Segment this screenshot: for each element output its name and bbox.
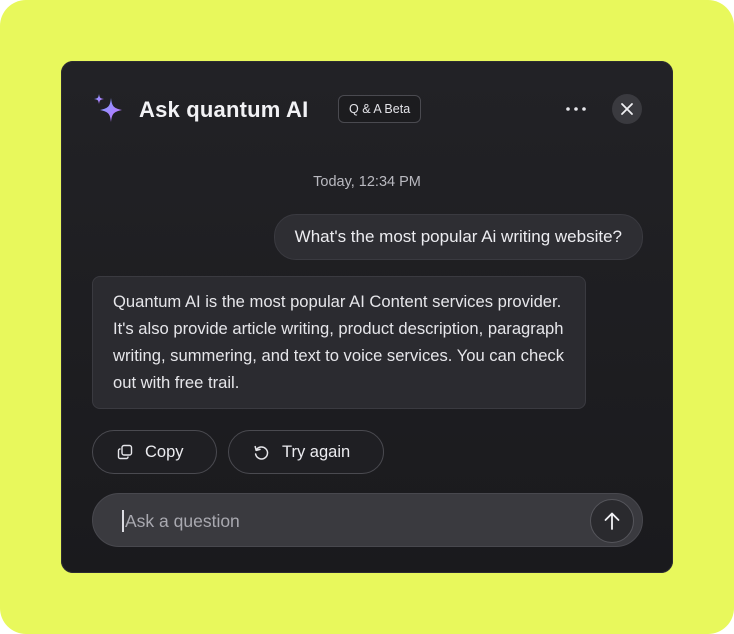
sparkle-icon: [94, 94, 122, 122]
chat-title: Ask quantum AI: [139, 97, 309, 122]
question-input[interactable]: [123, 494, 567, 548]
more-options-button[interactable]: [562, 97, 590, 121]
refresh-icon: [254, 445, 269, 460]
beta-badge: Q & A Beta: [338, 95, 422, 123]
copy-icon: [117, 444, 133, 460]
try-again-button[interactable]: Try again: [228, 430, 384, 474]
copy-label: Copy: [145, 442, 184, 461]
question-composer: [92, 493, 643, 548]
copy-button[interactable]: Copy: [92, 430, 217, 474]
more-horizontal-icon: [566, 107, 586, 111]
send-button[interactable]: [590, 499, 634, 543]
arrow-up-icon: [604, 512, 620, 530]
close-icon: [621, 103, 633, 115]
chat-header: Ask quantum AI Q & A Beta: [61, 61, 673, 159]
user-message: What's the most popular Ai writing websi…: [273, 214, 643, 260]
page-background: Ask quantum AI Q & A Beta Today, 12:34 P…: [0, 0, 734, 634]
ai-message: Quantum AI is the most popular AI Conten…: [92, 276, 586, 409]
try-again-label: Try again: [282, 442, 351, 461]
message-timestamp: Today, 12:34 PM: [313, 174, 421, 190]
close-button[interactable]: [612, 94, 642, 124]
chat-panel: Ask quantum AI Q & A Beta Today, 12:34 P…: [61, 61, 673, 573]
